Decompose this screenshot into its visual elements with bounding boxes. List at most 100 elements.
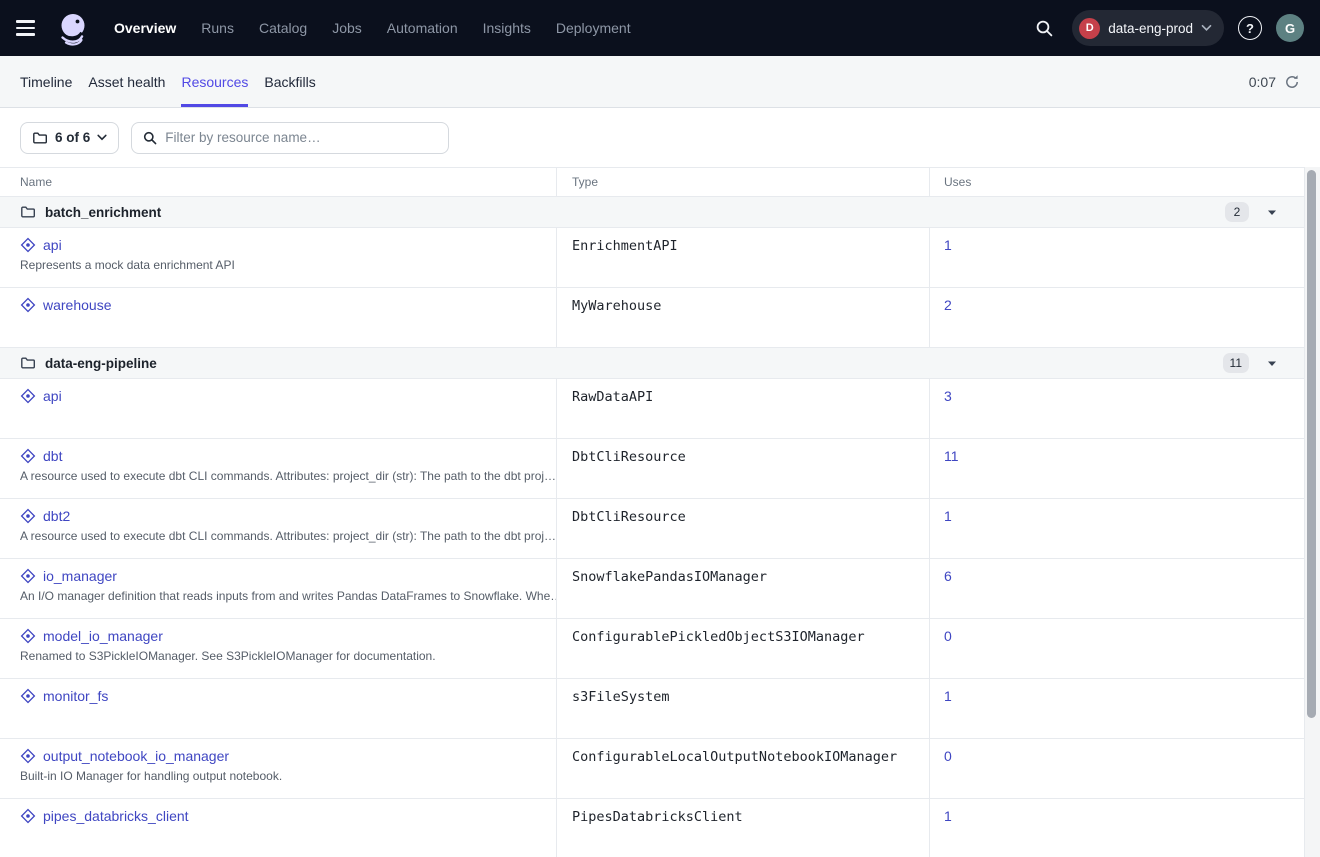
search-icon [143, 131, 157, 145]
nav-item-jobs[interactable]: Jobs [332, 20, 362, 36]
code-location-filter-button[interactable]: 6 of 6 [20, 122, 119, 154]
resource-uses-link[interactable]: 1 [944, 688, 952, 704]
resource-description: Built-in IO Manager for handling output … [20, 769, 556, 783]
resource-icon [20, 628, 36, 644]
resource-type: DbtCliResource [557, 499, 930, 558]
nav-item-catalog[interactable]: Catalog [259, 20, 307, 36]
scrollbar-thumb[interactable] [1307, 170, 1316, 718]
table-header: Name Type Uses [0, 168, 1304, 197]
resource-icon [20, 688, 36, 704]
nav-item-deployment[interactable]: Deployment [556, 20, 631, 36]
refresh-countdown: 0:07 [1249, 74, 1276, 90]
resource-name-link[interactable]: io_manager [43, 568, 117, 584]
column-header-uses: Uses [930, 168, 1304, 196]
resource-uses-link[interactable]: 1 [944, 508, 952, 524]
resource-name-link[interactable]: dbt2 [43, 508, 70, 524]
resource-uses-link[interactable]: 1 [944, 237, 952, 253]
resource-uses-link[interactable]: 1 [944, 808, 952, 824]
collapse-caret-icon[interactable] [1266, 208, 1278, 217]
group-count-badge: 11 [1223, 353, 1249, 373]
filter-bar: 6 of 6 [0, 108, 1320, 167]
resource-uses-link[interactable]: 11 [944, 448, 959, 464]
nav-item-automation[interactable]: Automation [387, 20, 458, 36]
resource-name-link[interactable]: pipes_databricks_client [43, 808, 189, 824]
top-navbar: Overview Runs Catalog Jobs Automation In… [0, 0, 1320, 56]
resource-description: A resource used to execute dbt CLI comma… [20, 469, 556, 483]
tab-timeline[interactable]: Timeline [20, 56, 72, 107]
resource-description: Represents a mock data enrichment API [20, 258, 556, 272]
table-row: pipes_databricks_client PipesDatabricksC… [0, 799, 1304, 857]
table-row: dbt A resource used to execute dbt CLI c… [0, 439, 1304, 499]
nav-item-insights[interactable]: Insights [483, 20, 531, 36]
resource-description: A resource used to execute dbt CLI comma… [20, 529, 556, 543]
nav-item-runs[interactable]: Runs [201, 20, 234, 36]
resource-icon [20, 237, 36, 253]
resource-name-link[interactable]: model_io_manager [43, 628, 163, 644]
resource-icon [20, 568, 36, 584]
resource-uses-link[interactable]: 6 [944, 568, 952, 584]
main-nav: Overview Runs Catalog Jobs Automation In… [114, 20, 631, 36]
folder-icon [20, 355, 36, 371]
table-row: monitor_fs s3FileSystem 1 [0, 679, 1304, 739]
resource-icon [20, 297, 36, 313]
resource-description: Renamed to S3PickleIOManager. See S3Pick… [20, 649, 556, 663]
resource-name-link[interactable]: output_notebook_io_manager [43, 748, 229, 764]
deployment-switcher[interactable]: D data-eng-prod [1072, 10, 1224, 46]
resource-uses-link[interactable]: 0 [944, 628, 952, 644]
table-row: api RawDataAPI 3 [0, 379, 1304, 439]
table-row: dbt2 A resource used to execute dbt CLI … [0, 499, 1304, 559]
resource-icon [20, 508, 36, 524]
nav-item-overview[interactable]: Overview [114, 20, 176, 36]
resource-name-link[interactable]: warehouse [43, 297, 112, 313]
group-name: batch_enrichment [45, 205, 161, 220]
collapse-caret-icon[interactable] [1266, 359, 1278, 368]
resource-type: MyWarehouse [557, 288, 930, 347]
resource-search-input[interactable] [165, 130, 437, 145]
resource-uses-link[interactable]: 3 [944, 388, 952, 404]
folder-icon [20, 204, 36, 220]
user-avatar[interactable]: G [1276, 14, 1304, 42]
resource-type: RawDataAPI [557, 379, 930, 438]
group-name: data-eng-pipeline [45, 356, 157, 371]
resource-type: ConfigurableLocalOutputNotebookIOManager [557, 739, 930, 798]
help-icon[interactable]: ? [1238, 16, 1262, 40]
resource-type: DbtCliResource [557, 439, 930, 498]
resource-icon [20, 748, 36, 764]
group-row-batch-enrichment[interactable]: batch_enrichment 2 [0, 197, 1304, 228]
table-row: warehouse MyWarehouse 2 [0, 288, 1304, 348]
deployment-initial-badge: D [1079, 18, 1100, 39]
group-row-data-eng-pipeline[interactable]: data-eng-pipeline 11 [0, 348, 1304, 379]
search-icon[interactable] [1030, 14, 1058, 42]
table-row: output_notebook_io_manager Built-in IO M… [0, 739, 1304, 799]
resource-icon [20, 448, 36, 464]
resource-name-link[interactable]: monitor_fs [43, 688, 108, 704]
column-header-type: Type [557, 168, 930, 196]
chevron-down-icon [97, 134, 107, 141]
resource-uses-link[interactable]: 2 [944, 297, 952, 313]
hamburger-menu-icon[interactable] [16, 15, 42, 41]
group-count-badge: 2 [1225, 202, 1249, 222]
resource-type: ConfigurablePickledObjectS3IOManager [557, 619, 930, 678]
tab-resources[interactable]: Resources [181, 56, 248, 107]
table-row: io_manager An I/O manager definition tha… [0, 559, 1304, 619]
resource-type: EnrichmentAPI [557, 228, 930, 287]
tab-asset-health[interactable]: Asset health [88, 56, 165, 107]
resources-table: Name Type Uses batch_enrichment 2 api Re… [0, 167, 1305, 857]
resource-name-link[interactable]: api [43, 237, 62, 253]
refresh-icon[interactable] [1284, 74, 1300, 90]
code-location-filter-label: 6 of 6 [55, 130, 90, 145]
resource-type: PipesDatabricksClient [557, 799, 930, 857]
tab-backfills[interactable]: Backfills [264, 56, 315, 107]
resource-name-link[interactable]: api [43, 388, 62, 404]
chevron-down-icon [1201, 24, 1212, 32]
resource-description: An I/O manager definition that reads inp… [20, 589, 556, 603]
dagster-logo[interactable] [55, 11, 90, 46]
resource-type: SnowflakePandasIOManager [557, 559, 930, 618]
overview-tabbar: Timeline Asset health Resources Backfill… [0, 56, 1320, 108]
deployment-name: data-eng-prod [1108, 21, 1193, 36]
resource-name-link[interactable]: dbt [43, 448, 62, 464]
resource-uses-link[interactable]: 0 [944, 748, 952, 764]
resource-search-box [131, 122, 449, 154]
folder-icon [32, 130, 48, 146]
resource-icon [20, 808, 36, 824]
